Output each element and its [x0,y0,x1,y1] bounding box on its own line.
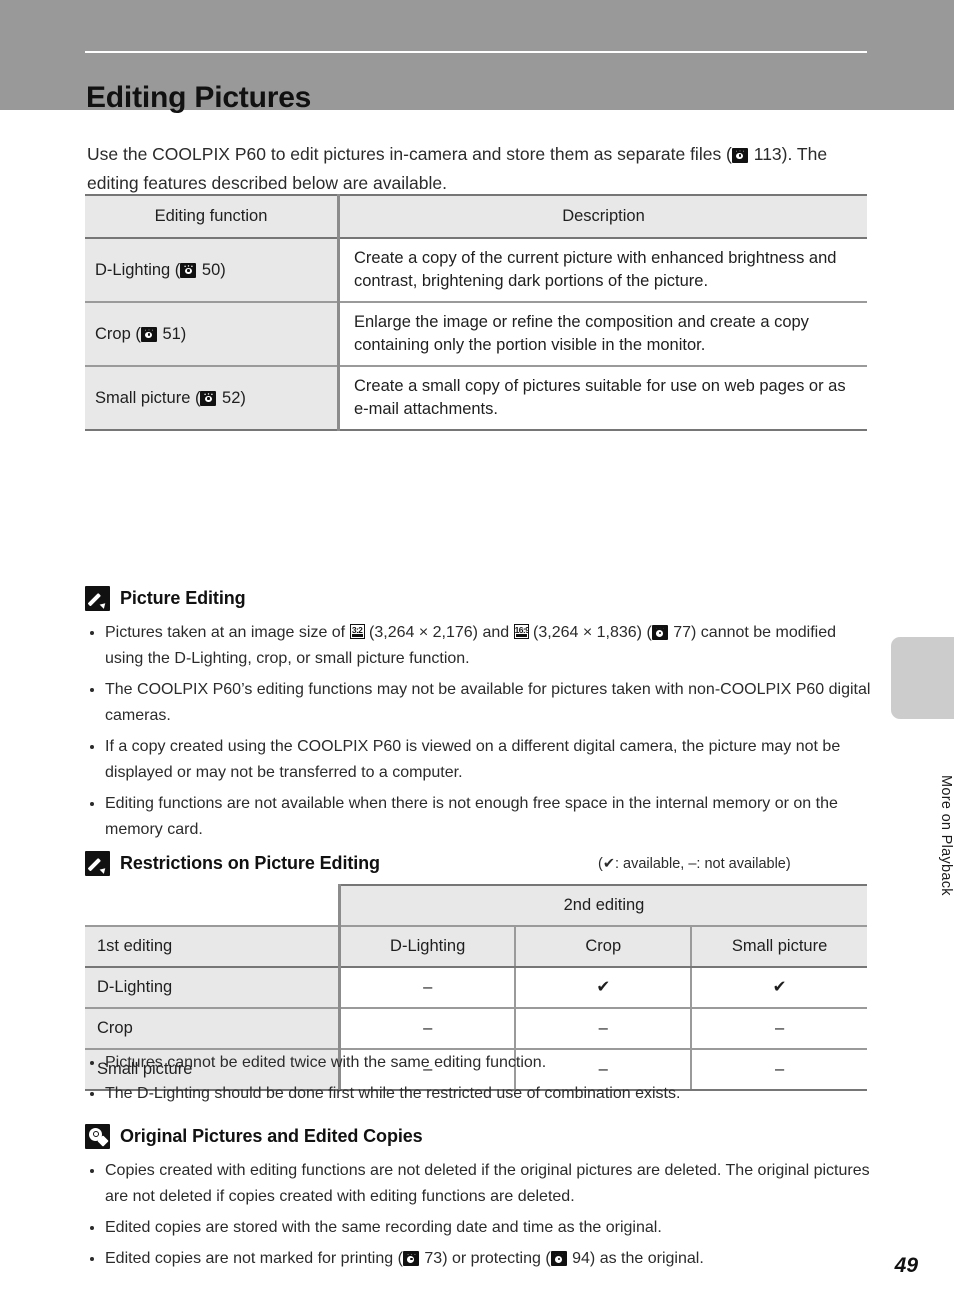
table-row: D-Lighting ( 50) Create a copy of the cu… [85,238,867,303]
function-label: D-Lighting ( [95,260,181,279]
bullet-reference-page: 77 [673,624,692,641]
column-header-small-picture: Small picture [691,925,867,968]
aspect-ratio-label: 3:2 [351,625,363,635]
empty-corner-cell [85,885,340,926]
cell-description-small-picture: Create a small copy of pictures suitable… [338,366,867,431]
cell-value: – [691,1008,867,1050]
page-title: Editing Pictures [86,81,312,115]
cell-value: – [339,967,517,1009]
picture-editing-bullet-list: Pictures taken at an image size of 3:2 (… [87,620,877,848]
note-heading-picture-editing: Picture Editing [85,586,246,611]
list-item: The COOLPIX P60’s editing functions may … [87,677,877,729]
column-header-description: Description [338,194,867,239]
editing-features-table: Editing function Description D-Lighting … [85,194,867,431]
table-header-row: 1st editing D-Lighting Crop Small pictur… [85,925,867,968]
bullet-text-a: Pictures taken at an image size of [105,624,350,641]
restrictions-bullet-list: Pictures cannot be edited twice with the… [87,1050,877,1112]
row-label-d-lighting: D-Lighting [85,967,341,1009]
cell-description-crop: Enlarge the image or refine the composit… [338,302,867,367]
function-label-end: ) [240,388,246,407]
note-title: Restrictions on Picture Editing [120,853,380,873]
spanning-header-2nd-editing: 2nd editing [338,884,867,927]
row-header-1st-editing: 1st editing [85,925,341,968]
function-reference-page: 51 [162,324,181,343]
table-header-row: Editing function Description [85,194,867,239]
aspect-ratio-3-2-icon: 3:2 [349,624,365,639]
function-reference-page: 50 [201,260,221,279]
column-header-crop: Crop [515,925,693,968]
column-header-d-lighting: D-Lighting [339,925,517,968]
header-divider-rule [85,51,867,53]
note-title: Original Pictures and Edited Copies [120,1126,423,1146]
function-label: Small picture ( [95,388,201,407]
table-row: Crop ( 51) Enlarge the image or refine t… [85,302,867,367]
list-item: Pictures taken at an image size of 3:2 (… [87,620,877,672]
note-heading-original-pictures: Original Pictures and Edited Copies [85,1124,423,1149]
row-label-crop: Crop [85,1008,341,1050]
table-row: Crop – – – [85,1008,867,1050]
table-spanning-header-row: 2nd editing [85,884,867,927]
aspect-ratio-16-9-icon: 16:9 [513,624,529,639]
table-row: Small picture ( 52) Create a small copy … [85,366,867,431]
list-item: If a copy created using the COOLPIX P60 … [87,734,877,786]
note-title: Picture Editing [120,588,246,608]
intro-text-part1: Use the COOLPIX P60 to edit pictures in-… [87,143,732,164]
chapter-side-tab-label: More on Playback [938,774,954,896]
bullet-text-b: (3,264 × 2,176) and [364,624,514,641]
page-reference-icon [140,326,157,342]
function-label: Crop ( [95,324,141,343]
pencil-icon [85,586,110,611]
page-reference-icon [731,147,748,163]
list-item: Edited copies are stored with the same r… [87,1215,877,1241]
list-item: The D-Lighting should be done first whil… [87,1081,877,1107]
cell-function-d-lighting: D-Lighting ( 50) [85,238,340,303]
page-reference-icon [651,625,668,640]
list-item: Editing functions are not available when… [87,791,877,843]
column-header-editing-function: Editing function [85,194,340,239]
chapter-side-tab [891,637,954,719]
note-heading-restrictions: Restrictions on Picture Editing [85,851,380,876]
bullet-text-c: (3,264 × 1,836) ( [528,624,652,641]
page-reference-icon [200,390,217,406]
cell-function-small-picture: Small picture ( 52) [85,366,340,431]
list-item: Copies created with editing functions ar… [87,1158,877,1210]
function-label-end: ) [220,260,226,279]
cell-value: – [515,1008,693,1050]
restrictions-legend: (✔: available, –: not available) [598,856,791,872]
page-reference-icon [180,262,197,278]
aspect-ratio-label: 16:9 [514,625,529,635]
cell-function-crop: Crop ( 51) [85,302,340,367]
tip-bulb-icon [85,1124,110,1149]
page-number: 49 [894,1254,918,1277]
table-row: D-Lighting – ✔ ✔ [85,967,867,1009]
function-reference-page: 52 [222,388,241,407]
function-label-end: ) [180,324,187,343]
cell-value: ✔ [515,967,693,1009]
intro-paragraph: Use the COOLPIX P60 to edit pictures in-… [87,140,877,198]
list-item: Pictures cannot be edited twice with the… [87,1050,877,1076]
cell-value: – [339,1008,517,1050]
cell-value: ✔ [691,967,867,1009]
cell-description-d-lighting: Create a copy of the current picture wit… [338,238,867,303]
intro-reference-page: 113 [753,143,782,164]
pencil-icon [85,851,110,876]
bulb-core [92,1131,99,1137]
